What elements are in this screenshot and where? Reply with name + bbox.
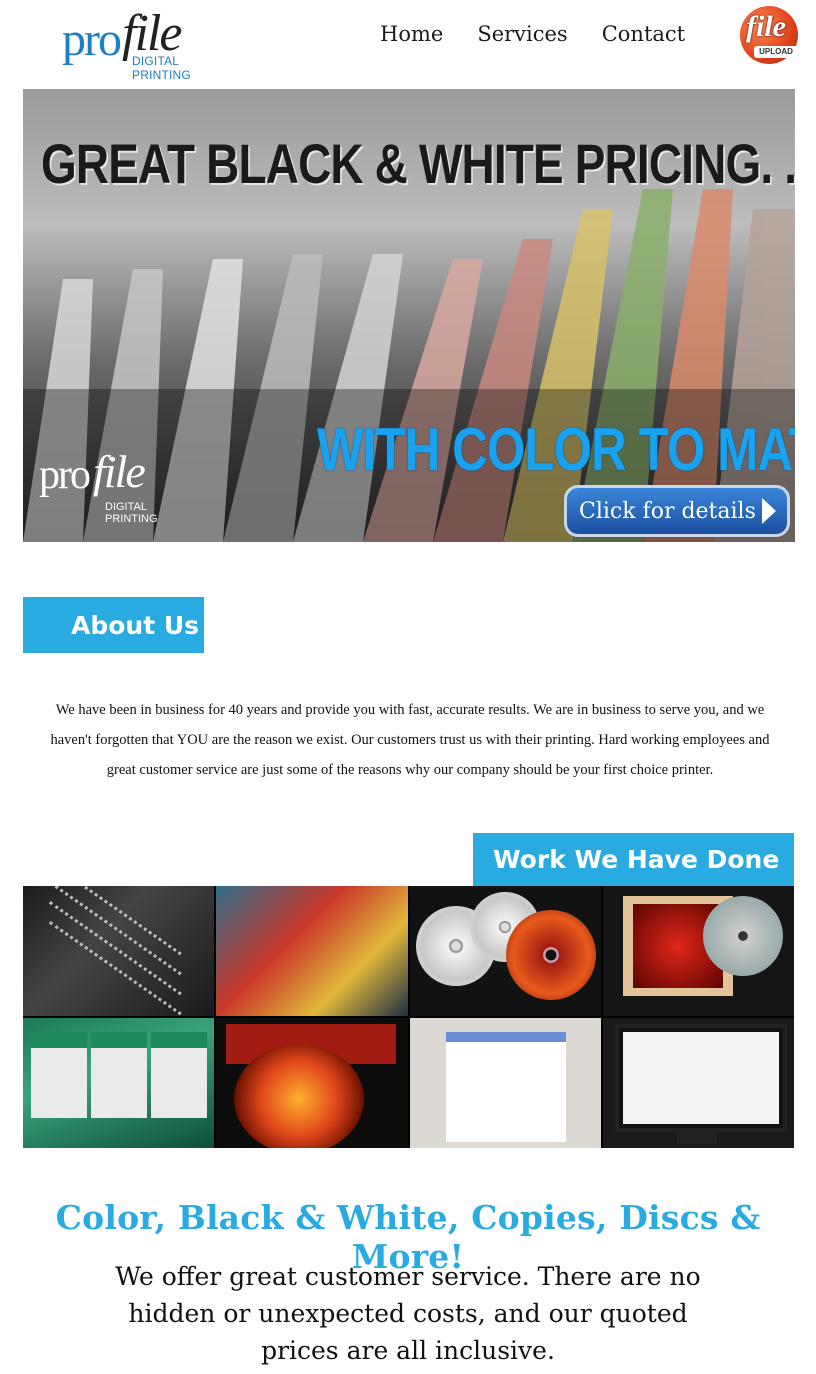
hero-logo-subtitle: DIGITAL PRINTING <box>105 501 158 525</box>
gallery-image-monitor-design[interactable] <box>602 1018 794 1148</box>
gallery-image-color-books[interactable] <box>216 886 408 1016</box>
gallery-image-spiral-bound[interactable] <box>23 886 215 1016</box>
hero-logo: pro file DIGITAL PRINTING <box>39 446 199 525</box>
details-button[interactable]: Click for details <box>564 485 790 537</box>
logo-subtitle: DIGITAL PRINTING <box>132 54 191 82</box>
nav-services[interactable]: Services <box>477 22 567 46</box>
work-gallery <box>23 886 794 1148</box>
hero-logo-file: file <box>93 446 146 497</box>
hero-subheadline: WITH COLOR TO MATCH <box>317 416 795 483</box>
book-cover <box>91 1032 147 1118</box>
gallery-image-cd-cases[interactable] <box>602 886 794 1016</box>
hero-logo-pro: pro <box>39 452 91 498</box>
site-logo[interactable]: pro file DIGITAL PRINTING <box>60 5 220 82</box>
monitor-icon <box>614 1024 787 1132</box>
about-us-tag: About Us <box>23 597 204 653</box>
disc-icon <box>702 896 783 976</box>
gallery-image-discs[interactable] <box>409 886 601 1016</box>
book-cover <box>31 1032 87 1118</box>
main-nav: Home Services Contact <box>380 22 685 46</box>
about-text: We have been in business for 40 years an… <box>50 701 770 778</box>
nav-contact[interactable]: Contact <box>602 22 685 46</box>
work-we-have-done-tag: Work We Have Done <box>473 833 794 886</box>
gallery-image-fire-disc[interactable] <box>216 1018 408 1148</box>
hero-headline: GREAT BLACK & WHITE PRICING. . . <box>41 132 795 195</box>
play-arrow-icon <box>761 498 776 524</box>
upload-file-text: file <box>746 10 786 43</box>
services-body-text: We offer great customer service. There a… <box>115 1262 701 1365</box>
logo-pro-text: pro <box>62 13 122 66</box>
file-upload-button[interactable]: file UPLOAD <box>740 6 800 64</box>
gallery-image-map-document[interactable] <box>409 1018 601 1148</box>
tabbed-document <box>445 1032 566 1142</box>
gallery-image-study-guides[interactable] <box>23 1018 215 1148</box>
details-button-label: Click for details <box>579 498 756 524</box>
book-cover <box>151 1032 207 1118</box>
nav-home[interactable]: Home <box>380 22 443 46</box>
upload-label: UPLOAD <box>754 46 798 58</box>
hero-banner[interactable]: GREAT BLACK & WHITE PRICING. . . WITH CO… <box>23 89 795 542</box>
disc-icon <box>505 910 596 1000</box>
monitor-stand <box>676 1130 717 1144</box>
fire-disc <box>234 1044 365 1148</box>
